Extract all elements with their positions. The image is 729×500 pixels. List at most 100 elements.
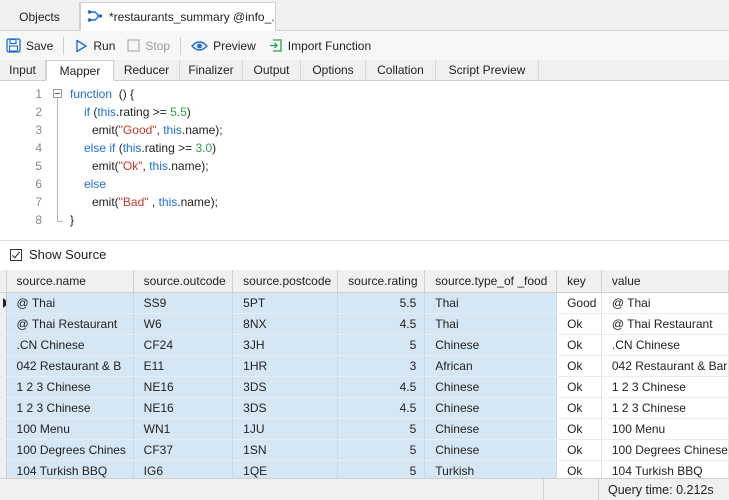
table-cell[interactable]: Thai (424, 313, 558, 335)
table-row[interactable]: 1 2 3 Chinese NE16 3DS 4.5 Chinese Ok 1 2 3 Ch… (0, 376, 729, 398)
table-cell[interactable]: Ok (556, 376, 602, 398)
table-cell[interactable]: 1 2 3 Chinese (6, 376, 134, 398)
table-row[interactable]: .CN Chinese CF24 3JH 5 Chinese Ok .CN Chinese (0, 334, 729, 356)
table-cell[interactable]: Ok (556, 418, 602, 440)
table-cell[interactable]: SS9 (133, 292, 234, 314)
table-cell[interactable]: 1HR (232, 355, 339, 377)
row-header[interactable] (0, 397, 7, 419)
table-cell[interactable]: African (424, 355, 558, 377)
table-cell[interactable]: 100 Menu (6, 418, 134, 440)
table-cell[interactable]: 1 2 3 Chinese (601, 376, 729, 398)
row-header[interactable] (0, 460, 7, 478)
code-editor[interactable]: 1 2 3 4 5 6 7 8 function () { if (this.r… (0, 81, 729, 239)
stop-button[interactable]: Stop (121, 34, 176, 58)
table-cell[interactable]: Turkish (424, 460, 558, 478)
table-row[interactable]: 042 Restaurant & B E11 1HR 3 African Ok 042 Re… (0, 355, 729, 377)
table-cell[interactable]: NE16 (133, 397, 234, 419)
table-cell[interactable]: 104 Turkish BBQ (6, 460, 134, 478)
table-cell[interactable]: 3 (337, 355, 426, 377)
table-cell[interactable]: 5 (337, 460, 426, 478)
table-cell[interactable]: @ Thai Restaurant (601, 313, 729, 335)
table-cell[interactable]: @ Thai (601, 292, 729, 314)
table-cell[interactable]: 042 Restaurant & B (6, 355, 134, 377)
table-cell[interactable]: W6 (133, 313, 234, 335)
table-cell[interactable]: 100 Degrees Chinese (601, 439, 729, 461)
row-header[interactable] (0, 376, 7, 398)
table-cell[interactable]: IG6 (133, 460, 234, 478)
table-cell[interactable]: 100 Menu (601, 418, 729, 440)
table-cell[interactable]: 5 (337, 334, 426, 356)
table-cell[interactable]: Ok (556, 355, 602, 377)
table-cell[interactable]: Chinese (424, 334, 558, 356)
table-cell[interactable]: Ok (556, 397, 602, 419)
row-header[interactable] (0, 313, 7, 335)
row-header[interactable] (0, 355, 7, 377)
row-header[interactable] (0, 418, 7, 440)
table-cell[interactable]: .CN Chinese (601, 334, 729, 356)
table-cell[interactable]: 8NX (232, 313, 339, 335)
panel-divider[interactable] (0, 240, 729, 241)
table-cell[interactable]: WN1 (133, 418, 234, 440)
tab-input[interactable]: Input (0, 60, 46, 80)
table-row[interactable]: 104 Turkish BBQ IG6 1QE 5 Turkish Ok 104 Turki… (0, 460, 729, 478)
table-cell[interactable]: 5PT (232, 292, 339, 314)
table-cell[interactable]: 4.5 (337, 397, 426, 419)
table-cell[interactable]: @ Thai (6, 292, 134, 314)
table-cell[interactable]: 1 2 3 Chinese (6, 397, 134, 419)
column-header[interactable]: source.name (6, 270, 134, 293)
table-cell[interactable]: 1QE (232, 460, 339, 478)
tab-restaurants-summary[interactable]: *restaurants_summary @info_... (80, 2, 276, 31)
tab-objects[interactable]: Objects (0, 2, 80, 31)
tab-output[interactable]: Output (243, 60, 301, 80)
table-cell[interactable]: Ok (556, 439, 602, 461)
table-cell[interactable]: Chinese (424, 418, 558, 440)
table-row[interactable]: @ Thai SS9 5PT 5.5 Thai Good @ Thai (0, 292, 729, 314)
tab-script-preview[interactable]: Script Preview (436, 60, 539, 80)
table-cell[interactable]: 100 Degrees Chines (6, 439, 134, 461)
table-cell[interactable]: Ok (556, 334, 602, 356)
table-cell[interactable]: 3DS (232, 376, 339, 398)
table-cell[interactable]: 1 2 3 Chinese (601, 397, 729, 419)
table-cell[interactable]: Chinese (424, 397, 558, 419)
table-row[interactable]: 100 Degrees Chines CF37 1SN 5 Chinese Ok 100 D… (0, 439, 729, 461)
save-button[interactable]: Save (0, 34, 59, 58)
tab-options[interactable]: Options (301, 60, 366, 80)
table-cell[interactable]: @ Thai Restaurant (6, 313, 134, 335)
column-header[interactable]: key (556, 270, 602, 293)
table-cell[interactable]: Chinese (424, 439, 558, 461)
column-header[interactable]: source.outcode (133, 270, 234, 293)
table-cell[interactable]: Ok (556, 313, 602, 335)
table-cell[interactable]: Chinese (424, 376, 558, 398)
column-header[interactable]: source.rating (337, 270, 426, 293)
table-cell[interactable]: E11 (133, 355, 234, 377)
table-cell[interactable]: CF37 (133, 439, 234, 461)
table-cell[interactable]: .CN Chinese (6, 334, 134, 356)
table-cell[interactable]: 5 (337, 439, 426, 461)
tab-finalizer[interactable]: Finalizer (180, 60, 243, 80)
preview-button[interactable]: Preview (185, 34, 262, 58)
row-header[interactable] (0, 292, 7, 314)
tab-collation[interactable]: Collation (366, 60, 436, 80)
table-cell[interactable]: 5 (337, 418, 426, 440)
table-cell[interactable]: 1SN (232, 439, 339, 461)
row-header[interactable] (0, 334, 7, 356)
table-cell[interactable]: 5.5 (337, 292, 426, 314)
tab-reducer[interactable]: Reducer (114, 60, 180, 80)
table-cell[interactable]: 1JU (232, 418, 339, 440)
table-cell[interactable]: 104 Turkish BBQ (601, 460, 729, 478)
import-function-button[interactable]: Import Function (262, 34, 377, 58)
show-source-checkbox[interactable]: Show Source (10, 247, 106, 262)
run-button[interactable]: Run (68, 34, 121, 58)
table-cell[interactable]: 4.5 (337, 313, 426, 335)
tab-mapper[interactable]: Mapper (46, 60, 114, 81)
column-header[interactable]: value (601, 270, 729, 293)
table-row[interactable]: 100 Menu WN1 1JU 5 Chinese Ok 100 Menu (0, 418, 729, 440)
table-cell[interactable]: Thai (424, 292, 558, 314)
row-header[interactable] (0, 439, 7, 461)
table-row[interactable]: 1 2 3 Chinese NE16 3DS 4.5 Chinese Ok 1 2 3 Ch… (0, 397, 729, 419)
table-cell[interactable]: 4.5 (337, 376, 426, 398)
fold-toggle-icon[interactable] (53, 89, 62, 98)
table-cell[interactable]: NE16 (133, 376, 234, 398)
table-cell[interactable]: CF24 (133, 334, 234, 356)
column-header[interactable]: source.type_of _food (424, 270, 558, 293)
